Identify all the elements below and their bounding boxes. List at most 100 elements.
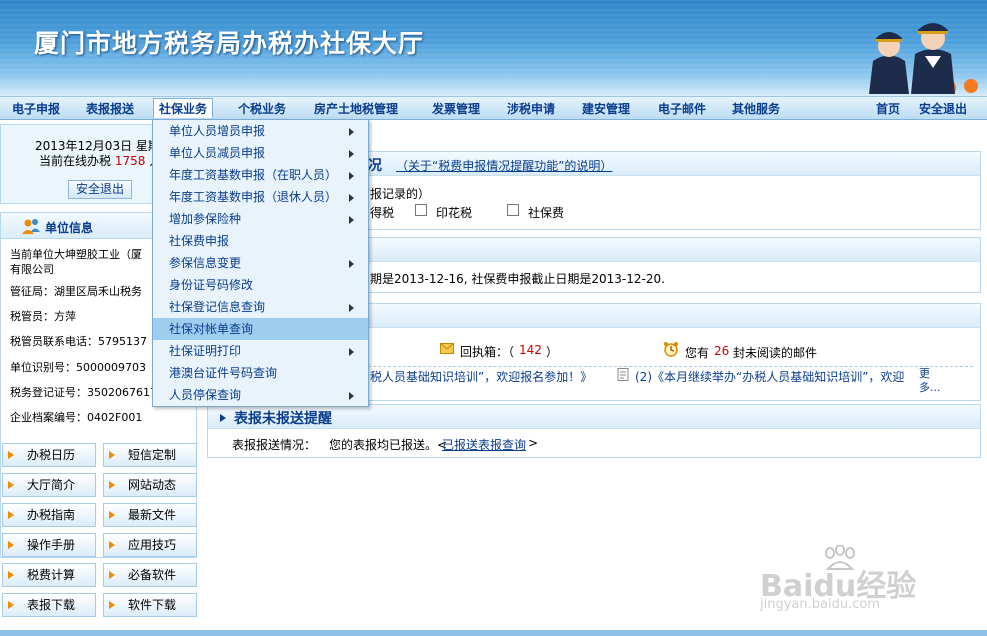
quick-link-label: 税费计算 — [27, 568, 76, 582]
income-tax-label: 得税 — [370, 206, 395, 220]
quick-link-label: 办税指南 — [27, 508, 76, 522]
nav-construction-management[interactable]: 建安管理 — [582, 100, 630, 117]
nav-social-insurance[interactable]: 社保业务 — [153, 98, 214, 118]
menu-item-label: 社保费申报 — [169, 234, 230, 248]
nav-email[interactable]: 电子邮件 — [658, 100, 706, 117]
user-group-icon — [22, 219, 40, 234]
menu-item-suspension-query[interactable]: 人员停保查询 — [153, 384, 368, 406]
arrow-right-icon — [109, 481, 115, 489]
quick-link-label: 网站动态 — [128, 478, 177, 492]
notice-link-1[interactable]: 税人员基础知识培训”，欢迎报名参加！》 — [370, 368, 592, 385]
nav-personal-tax[interactable]: 个税业务 — [238, 100, 286, 117]
quick-link-form-download[interactable]: 表报下载 — [2, 593, 96, 617]
report-status-label: 表报报送情况： — [232, 438, 317, 452]
menu-item-certificate-print[interactable]: 社保证明打印 — [153, 340, 368, 362]
nav-report-submit[interactable]: 表报报送 — [86, 100, 134, 117]
menu-item-statement-query[interactable]: 社保对帐单查询 — [153, 318, 368, 340]
menu-item-label: 人员停保查询 — [169, 388, 242, 402]
online-count-line: 当前在线办税 1758 人 — [39, 152, 161, 169]
arrow-right-icon — [8, 511, 14, 519]
social-insurance-dropdown-menu: 单位人员增员申报 单位人员减员申报 年度工资基数申报（在职人员） 年度工资基数申… — [152, 119, 369, 407]
quick-link-label: 大厅简介 — [27, 478, 76, 492]
quick-link-label: 短信定制 — [128, 448, 177, 462]
tax-bureau-line: 管征局：湖里区局禾山税务 — [10, 285, 142, 298]
nav-other-services[interactable]: 其他服务 — [732, 100, 780, 117]
quick-link-latest-docs[interactable]: 最新文件 — [103, 503, 197, 527]
header-banner: 厦门市地方税务局办税办社保大厅 — [0, 0, 987, 96]
notice-link-2[interactable]: (2)《本月继续举办“办税人员基础知识培训”，欢迎 — [635, 368, 904, 385]
arrow-right-icon — [8, 451, 14, 459]
social-insurance-checkbox[interactable] — [507, 204, 519, 216]
online-count: 1758 — [114, 154, 146, 168]
receipt-count[interactable]: 142 — [519, 343, 542, 357]
reminder-explanation-link[interactable]: （关于“税费申报情况提醒功能”的说明） — [396, 157, 612, 174]
nav-tax-application[interactable]: 涉税申请 — [507, 100, 555, 117]
menu-item-registration-query[interactable]: 社保登记信息查询 — [153, 296, 368, 318]
unread-mail-count[interactable]: 26 — [714, 344, 729, 358]
quick-link-label: 软件下载 — [128, 598, 177, 612]
more-link[interactable]: 更多... — [919, 367, 949, 395]
menu-item-insurance-info-change[interactable]: 参保信息变更 — [153, 252, 368, 274]
nav-home[interactable]: 首页 — [876, 100, 900, 117]
menu-item-label: 年度工资基数申报（退休人员） — [169, 190, 338, 204]
quick-link-label: 应用技巧 — [128, 538, 177, 552]
quick-link-label: 办税日历 — [27, 448, 76, 462]
menu-item-annual-wage-active[interactable]: 年度工资基数申报（在职人员） — [153, 164, 368, 186]
nav-e-filing[interactable]: 电子申报 — [12, 100, 60, 117]
menu-item-social-insurance-filing[interactable]: 社保费申报 — [153, 230, 368, 252]
nav-property-land-tax[interactable]: 房产土地税管理 — [314, 100, 398, 117]
submenu-arrow-icon — [349, 216, 354, 224]
stamp-tax-checkbox[interactable] — [415, 204, 427, 216]
quick-link-hall-intro[interactable]: 大厅简介 — [2, 473, 96, 497]
menu-item-hk-macau-taiwan-id-query[interactable]: 港澳台证件号码查询 — [153, 362, 368, 384]
unread-mail-suffix: 封未阅读的邮件 — [733, 346, 818, 360]
arrow-right-icon — [220, 414, 226, 422]
nav-logout[interactable]: 安全退出 — [919, 100, 967, 117]
arrow-right-icon — [8, 571, 14, 579]
arrow-right-icon — [109, 511, 115, 519]
quick-link-sms-subscribe[interactable]: 短信定制 — [103, 443, 197, 467]
social-insurance-label: 社保费 — [528, 206, 565, 220]
quick-link-label: 操作手册 — [27, 538, 76, 552]
menu-item-label: 社保对帐单查询 — [169, 322, 254, 336]
quick-link-manual[interactable]: 操作手册 — [2, 533, 96, 557]
submitted-reports-query-link[interactable]: 已报送表报查询 — [442, 436, 526, 453]
menu-item-id-number-edit[interactable]: 身份证号码修改 — [153, 274, 368, 296]
receipt-box-label: 回执箱：（ — [460, 345, 515, 359]
menu-item-add-insurance-type[interactable]: 增加参保险种 — [153, 208, 368, 230]
footer-bar — [0, 630, 987, 636]
quick-link-tax-guide[interactable]: 办税指南 — [2, 503, 96, 527]
archive-number-line: 企业档案编号：0402F001 — [10, 411, 143, 424]
menu-item-add-staff[interactable]: 单位人员增员申报 — [153, 120, 368, 142]
quick-link-software-download[interactable]: 软件下载 — [103, 593, 197, 617]
nav-invoice-management[interactable]: 发票管理 — [432, 100, 480, 117]
arrow-right-icon — [8, 481, 14, 489]
arrow-right-icon — [109, 451, 115, 459]
menu-item-annual-wage-retired[interactable]: 年度工资基数申报（退休人员） — [153, 186, 368, 208]
quick-link-tips[interactable]: 应用技巧 — [103, 533, 197, 557]
officers-image — [869, 23, 978, 94]
quick-link-tax-calculator[interactable]: 税费计算 — [2, 563, 96, 587]
submenu-arrow-icon — [349, 150, 354, 158]
deadline-text: 期是2013-12-16, 社保费申报截止日期是2013-12-20. — [370, 272, 665, 286]
report-status-close: > — [528, 436, 539, 450]
quick-link-site-news[interactable]: 网站动态 — [103, 473, 197, 497]
submenu-arrow-icon — [349, 304, 354, 312]
alarm-clock-icon — [664, 342, 678, 357]
unsubmitted-reports-header: 表报未报送提醒 — [208, 405, 980, 429]
menu-item-label: 港澳台证件号码查询 — [169, 366, 278, 380]
sidebar-logout-button[interactable]: 安全退出 — [68, 180, 132, 199]
unit-info-title: 单位信息 — [45, 221, 94, 235]
quick-link-tax-calendar[interactable]: 办税日历 — [2, 443, 96, 467]
tax-reminder-title: 况 — [368, 158, 382, 174]
menu-item-label: 身份证号码修改 — [169, 278, 254, 292]
watermark-url: jingyan.baidu.com — [760, 597, 880, 612]
stamp-tax-label: 印花税 — [436, 206, 473, 220]
quick-link-required-software[interactable]: 必备软件 — [103, 563, 197, 587]
envelope-icon — [440, 343, 454, 354]
notice-divider — [368, 366, 973, 367]
filing-records-note: 报记录的） — [370, 187, 431, 201]
menu-item-label: 社保证明打印 — [169, 344, 242, 358]
menu-item-reduce-staff[interactable]: 单位人员减员申报 — [153, 142, 368, 164]
mail-prefix: 您有 — [685, 346, 710, 360]
